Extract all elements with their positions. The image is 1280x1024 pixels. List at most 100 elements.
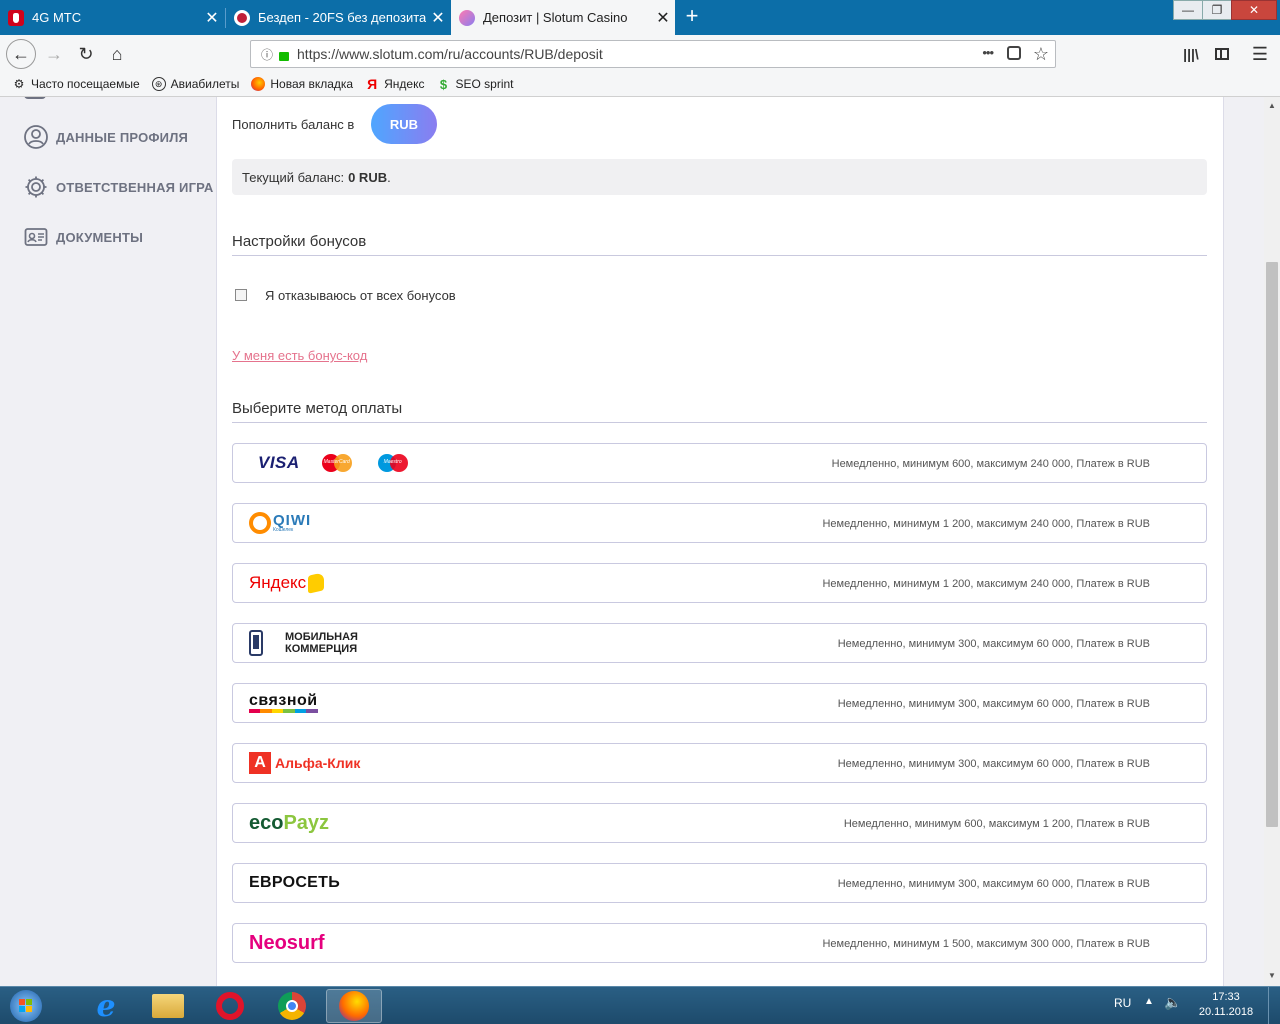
sidebar-toggle-button[interactable]: [1208, 41, 1236, 67]
payment-method-description: Немедленно, минимум 300, максимум 60 000…: [837, 758, 1150, 770]
seo-sprint-icon: $: [439, 76, 448, 92]
id-card-icon: [24, 225, 48, 249]
payment-method-mobile-commerce[interactable]: МОБИЛЬНАЯ КОММЕРЦИЯ Немедленно, минимум …: [232, 623, 1207, 663]
menu-button[interactable]: ☰: [1246, 41, 1274, 67]
user-icon: [24, 125, 48, 149]
sidebar-item-label: ДОКУМЕНТЫ: [56, 229, 144, 245]
ecopayz-logo: eco Payz: [249, 804, 329, 842]
scrollbar-thumb[interactable]: [1266, 262, 1278, 827]
truncated-menu-icon: [24, 97, 46, 99]
bookmark-star-icon[interactable]: ☆: [1033, 44, 1049, 65]
arrow-left-icon: ←: [12, 43, 30, 64]
payment-method-description: Немедленно, минимум 1 500, максимум 300 …: [822, 938, 1150, 950]
current-balance-box: Текущий баланс: 0 RUB .: [232, 159, 1207, 195]
euroset-logo-text: ЕВРОСЕТЬ: [249, 874, 341, 891]
taskbar-opera[interactable]: [202, 989, 258, 1023]
tab-close-icon[interactable]: ✕: [651, 8, 675, 28]
library-icon[interactable]: |||\: [1177, 41, 1205, 67]
bookmark-new-tab[interactable]: Новая вкладка: [251, 77, 353, 91]
maximize-button[interactable]: ❐: [1202, 0, 1232, 20]
slotum-favicon-icon: [459, 9, 475, 26]
volume-icon[interactable]: 🔈: [1164, 994, 1181, 1011]
scroll-up-icon[interactable]: ▲: [1268, 101, 1276, 110]
bookmark-label: Яндекс: [384, 77, 425, 91]
taskbar-chrome[interactable]: [264, 989, 320, 1023]
bookmark-label: Часто посещаемые: [31, 77, 140, 91]
url-text[interactable]: https://www.slotum.com/ru/accounts/RUB/d…: [297, 46, 603, 62]
tab-close-icon[interactable]: ✕: [426, 8, 450, 28]
refuse-bonuses-checkbox[interactable]: [235, 289, 247, 301]
payment-method-description: Немедленно, минимум 300, максимум 60 000…: [837, 878, 1150, 890]
show-desktop-button[interactable]: [1268, 987, 1280, 1024]
tab-close-icon[interactable]: ✕: [200, 8, 224, 28]
firefox-icon: [339, 991, 369, 1021]
gear-icon: [24, 175, 48, 199]
sidebar-item-documents[interactable]: ДОКУМЕНТЫ: [24, 225, 143, 249]
payment-method-visa-mastercard-maestro[interactable]: VISA MasterCard Maestro Немедленно, мини…: [232, 443, 1207, 483]
payment-method-description: Немедленно, минимум 300, максимум 60 000…: [837, 638, 1150, 650]
close-window-button[interactable]: ✕: [1231, 0, 1277, 20]
balance-suffix: .: [387, 169, 391, 185]
divider: [232, 255, 1207, 256]
mobile-commerce-line2: КОММЕРЦИЯ: [285, 643, 358, 655]
tab-4g-mts[interactable]: 4G МТС ✕: [0, 0, 224, 35]
tray-expand-icon[interactable]: ▲: [1144, 996, 1154, 1007]
yandex-icon: Я: [367, 76, 378, 92]
tab-title: Бездеп - 20FS без депозита в н: [258, 10, 426, 25]
taskbar-file-explorer[interactable]: [140, 989, 196, 1023]
bookmark-seo-sprint[interactable]: $ SEO sprint: [436, 76, 514, 92]
bookmark-frequent[interactable]: ⚙ Часто посещаемые: [12, 77, 140, 91]
payment-method-description: Немедленно, минимум 300, максимум 60 000…: [837, 698, 1150, 710]
minimize-button[interactable]: —: [1173, 0, 1203, 20]
page-actions-button[interactable]: •••: [982, 45, 994, 60]
reload-button[interactable]: ↻: [72, 41, 100, 67]
scroll-down-icon[interactable]: ▼: [1268, 971, 1276, 980]
home-button[interactable]: ⌂: [103, 41, 131, 67]
bonus-code-link[interactable]: У меня есть бонус-код: [232, 348, 367, 363]
payment-method-euroset[interactable]: ЕВРОСЕТЬ Немедленно, минимум 300, максим…: [232, 863, 1207, 903]
address-bar[interactable]: ⓘ https://www.slotum.com/ru/accounts/RUB…: [250, 40, 1056, 68]
sidebar-item-label: ДАННЫЕ ПРОФИЛЯ: [56, 129, 189, 145]
tab-bezdep[interactable]: Бездеп - 20FS без депозита в н ✕: [226, 0, 450, 35]
payment-method-yandex[interactable]: Яндекс Немедленно, минимум 1 200, максим…: [232, 563, 1207, 603]
currency-rub-button[interactable]: RUB: [371, 104, 437, 144]
taskbar-internet-explorer[interactable]: e: [78, 989, 134, 1024]
lock-icon: [279, 51, 290, 61]
clock-time: 17:33: [1212, 991, 1240, 1003]
payment-method-qiwi[interactable]: QIWI Кошелек Немедленно, минимум 1 200, …: [232, 503, 1207, 543]
forward-button[interactable]: →: [40, 41, 68, 67]
system-clock[interactable]: 17:33 20.11.2018: [1196, 990, 1256, 1020]
home-icon: ⌂: [111, 43, 123, 64]
tab-slotum-deposit[interactable]: Депозит | Slotum Casino ✕: [451, 0, 675, 35]
arrow-right-icon: →: [45, 43, 63, 64]
neosurf-logo: Neosurf: [249, 924, 325, 962]
svyaznoy-logo-text: связной: [249, 692, 318, 709]
clock-date: 20.11.2018: [1198, 1006, 1254, 1018]
start-button[interactable]: [0, 989, 52, 1023]
qiwi-logo: QIWI Кошелек: [249, 504, 311, 542]
payment-method-neosurf[interactable]: Neosurf Немедленно, минимум 1 500, макси…: [232, 923, 1207, 963]
payment-method-description: Немедленно, минимум 1 200, максимум 240 …: [822, 578, 1150, 590]
mastercard-logo: MasterCard: [321, 454, 352, 472]
info-icon[interactable]: ⓘ: [261, 46, 273, 63]
payment-method-alfa-click[interactable]: А Альфа-Клик Немедленно, минимум 300, ма…: [232, 743, 1207, 783]
svyaznoy-logo: связной: [249, 684, 318, 722]
bookmark-aviabilety[interactable]: ⊛ Авиабилеты: [151, 77, 239, 91]
bookmark-yandex[interactable]: Я Яндекс: [365, 76, 425, 92]
refuse-bonuses-label[interactable]: Я отказываюсь от всех бонусов: [265, 288, 456, 303]
new-tab-button[interactable]: +: [680, 4, 704, 30]
sidebar-item-profile-data[interactable]: ДАННЫЕ ПРОФИЛЯ: [24, 125, 188, 149]
chrome-icon: [278, 992, 306, 1020]
payment-method-svyaznoy[interactable]: связной Немедленно, минимум 300, максиму…: [232, 683, 1207, 723]
taskbar-firefox[interactable]: [326, 989, 382, 1023]
sidebar-item-label: ОТВЕТСТВЕННАЯ ИГРА: [56, 179, 214, 195]
neosurf-logo-text: Neosurf: [249, 931, 325, 954]
bookmark-label: Новая вкладка: [270, 77, 354, 91]
language-indicator[interactable]: RU: [1114, 996, 1131, 1010]
payment-method-ecopayz[interactable]: eco Payz Немедленно, минимум 600, максиму…: [232, 803, 1207, 843]
bookmarks-toolbar: ⚙ Часто посещаемые ⊛ Авиабилеты Новая вк…: [0, 72, 1280, 97]
back-button[interactable]: ←: [6, 39, 36, 69]
firefox-icon: [251, 77, 266, 91]
sidebar-item-responsible-gaming[interactable]: ОТВЕТСТВЕННАЯ ИГРА: [24, 175, 213, 199]
pocket-icon[interactable]: [1007, 46, 1021, 60]
